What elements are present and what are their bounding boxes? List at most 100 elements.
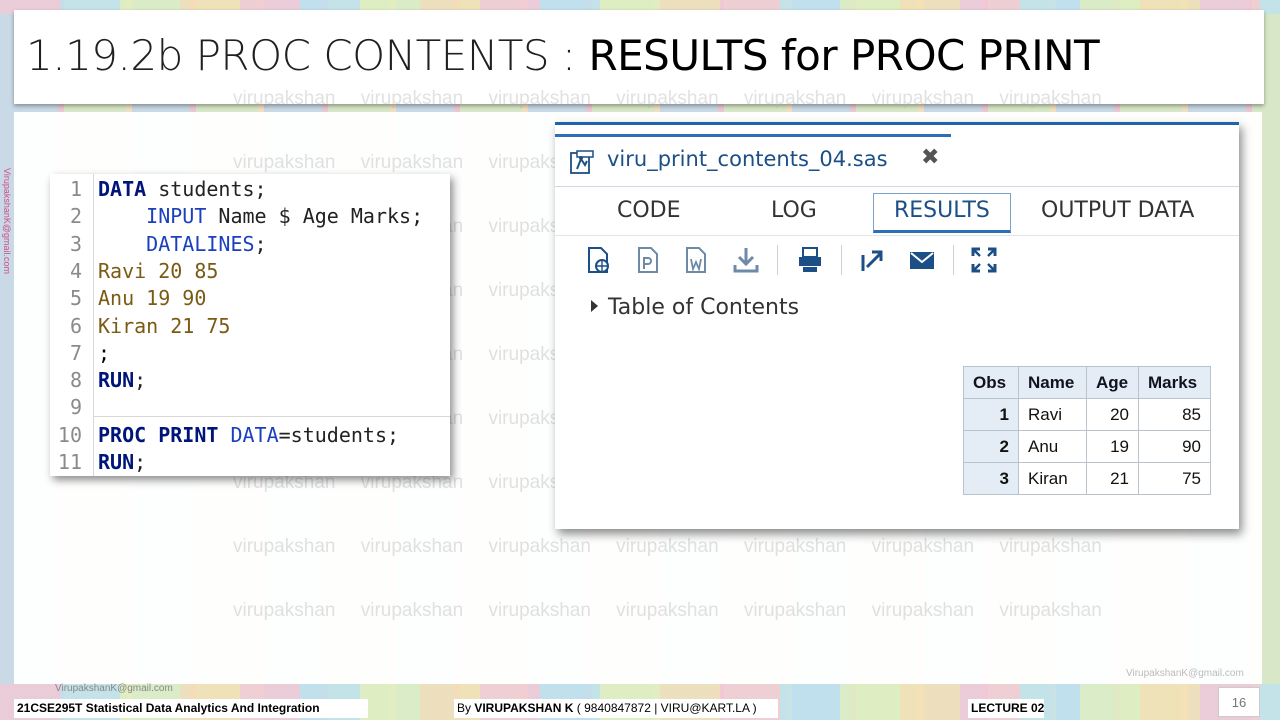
footer-lecture: LECTURE 02	[968, 699, 1044, 718]
line-number: 1	[69, 177, 82, 201]
cell-age: 21	[1086, 462, 1139, 495]
cell-age: 20	[1086, 398, 1139, 431]
close-icon[interactable]: ✖	[921, 145, 939, 170]
line-number: 9	[69, 395, 82, 420]
code-token: ;	[134, 450, 147, 474]
toc-label: Table of Contents	[608, 295, 800, 320]
tab-underline	[555, 235, 1239, 236]
footer-author-name: VIRUPAKSHAN K	[474, 701, 574, 715]
program-file-tab[interactable]: viru_print_contents_04.sas ✖	[555, 134, 951, 186]
footer-email-watermark: VirupakshanK@gmail.com	[55, 683, 173, 694]
code-token: =students;	[278, 422, 400, 447]
sas-program-icon	[570, 150, 594, 174]
code-token: DATA	[98, 177, 147, 201]
page-number: 16	[1218, 687, 1260, 717]
open-html-icon[interactable]	[583, 245, 613, 275]
code-token: Ravi 20 85	[98, 258, 219, 283]
column-header-age: Age	[1086, 366, 1139, 399]
footer-course: 21CSE295T Statistical Data Analytics And…	[14, 699, 368, 718]
line-number: 11	[57, 450, 82, 474]
code-text: RUN;	[98, 367, 146, 394]
code-token: Name $ Age Marks;	[206, 204, 424, 229]
code-text: Ravi 20 85	[98, 258, 218, 285]
column-header-obs: Obs	[963, 366, 1019, 399]
code-line: 3 DATALINES;	[50, 231, 450, 258]
sas-studio-window: viru_print_contents_04.sas ✖ CODE LOG RE…	[555, 122, 1239, 529]
toolbar-separator	[841, 245, 842, 275]
code-token: ;	[134, 368, 147, 393]
line-number: 7	[69, 340, 82, 365]
line-number: 5	[69, 286, 82, 311]
cell-obs: 3	[963, 462, 1019, 495]
side-email-watermark: VirupakshanK@gmail.com	[2, 168, 12, 275]
table-row: 2 Anu 19 90	[963, 430, 1211, 463]
tab-log[interactable]: LOG	[771, 197, 817, 235]
cell-marks: 75	[1138, 462, 1211, 495]
popout-icon[interactable]	[857, 245, 887, 275]
code-text: DATA students;	[98, 176, 267, 203]
slide-title-bar: 1.19.2b PROC CONTENTS : RESULTS for PROC…	[14, 10, 1264, 104]
table-header-row: Obs Name Age Marks	[963, 366, 1211, 399]
table-of-contents-toggle[interactable]: Table of Contents	[591, 295, 799, 320]
line-number: 2	[69, 204, 82, 229]
cell-name: Anu	[1018, 430, 1087, 463]
tab-divider	[555, 186, 1239, 187]
cell-age: 19	[1086, 430, 1139, 463]
footer-author-contact: ( 9840847872 | VIRU@KART.LA )	[573, 701, 757, 715]
cell-marks: 85	[1138, 398, 1211, 431]
line-number: 8	[69, 368, 82, 393]
results-table: Obs Name Age Marks 1 Ravi 20 85 2 Anu 19…	[963, 366, 1211, 495]
line-number: 6	[69, 313, 82, 338]
code-line: 6 Kiran 21 75	[50, 313, 450, 340]
expand-arrow-icon	[591, 300, 598, 312]
print-icon[interactable]	[795, 245, 825, 275]
code-token: ;	[98, 340, 111, 365]
code-line: 4 Ravi 20 85	[50, 258, 450, 285]
code-token: ;	[254, 231, 267, 256]
expand-icon[interactable]	[969, 245, 999, 275]
toolbar-separator	[777, 245, 778, 275]
column-header-marks: Marks	[1138, 366, 1211, 399]
code-line: 5 Anu 19 90	[50, 285, 450, 312]
cell-name: Ravi	[1018, 398, 1087, 431]
slide-title-prefix: 1.19.2b PROC CONTENTS :	[26, 31, 589, 80]
code-text: ;	[98, 340, 110, 367]
code-editor-panel: 1 DATA students; 2 INPUT Name $ Age Marks;…	[50, 174, 450, 476]
line-number: 3	[69, 231, 82, 256]
line-number: 10	[57, 422, 82, 447]
code-line: 11 RUN;	[50, 449, 450, 476]
table-row: 3 Kiran 21 75	[963, 462, 1211, 495]
code-token: students;	[146, 177, 267, 201]
code-text: DATALINES;	[98, 231, 267, 258]
slide-title-emphasis: RESULTS for PROC PRINT	[588, 31, 1100, 80]
code-line: 7;	[50, 340, 450, 367]
toolbar-separator	[953, 245, 954, 275]
code-text: Anu 19 90	[98, 285, 206, 312]
rtf-icon[interactable]	[681, 245, 711, 275]
email-icon[interactable]	[907, 245, 937, 275]
code-separator	[94, 416, 450, 418]
cell-name: Kiran	[1018, 462, 1087, 495]
code-line: 2 INPUT Name $ Age Marks;	[50, 203, 450, 230]
tab-results[interactable]: RESULTS	[873, 193, 1011, 233]
code-text: PROC PRINT DATA=students;	[98, 422, 399, 449]
cell-marks: 90	[1138, 430, 1211, 463]
column-header-name: Name	[1018, 366, 1087, 399]
footer-author-prefix: By	[457, 701, 475, 715]
slide-title: 1.19.2b PROC CONTENTS : RESULTS for PROC…	[26, 30, 1100, 82]
program-file-name: viru_print_contents_04.sas	[607, 147, 888, 171]
code-token: DATALINES	[146, 231, 255, 256]
footer-author: By VIRUPAKSHAN K ( 9840847872 | VIRU@KAR…	[454, 699, 778, 718]
code-text: RUN;	[98, 449, 146, 476]
tab-output-data[interactable]: OUTPUT DATA	[1041, 197, 1194, 235]
footer-email-watermark-right: VirupakshanK@gmail.com	[1126, 668, 1244, 679]
tab-code[interactable]: CODE	[617, 197, 681, 235]
code-token: RUN	[98, 368, 135, 393]
code-line: 10 PROC PRINT DATA=students;	[50, 422, 450, 449]
pdf-icon[interactable]	[633, 245, 663, 275]
download-icon[interactable]	[731, 245, 761, 275]
code-token: Kiran 21 75	[98, 313, 231, 338]
code-token: DATA	[230, 422, 279, 447]
